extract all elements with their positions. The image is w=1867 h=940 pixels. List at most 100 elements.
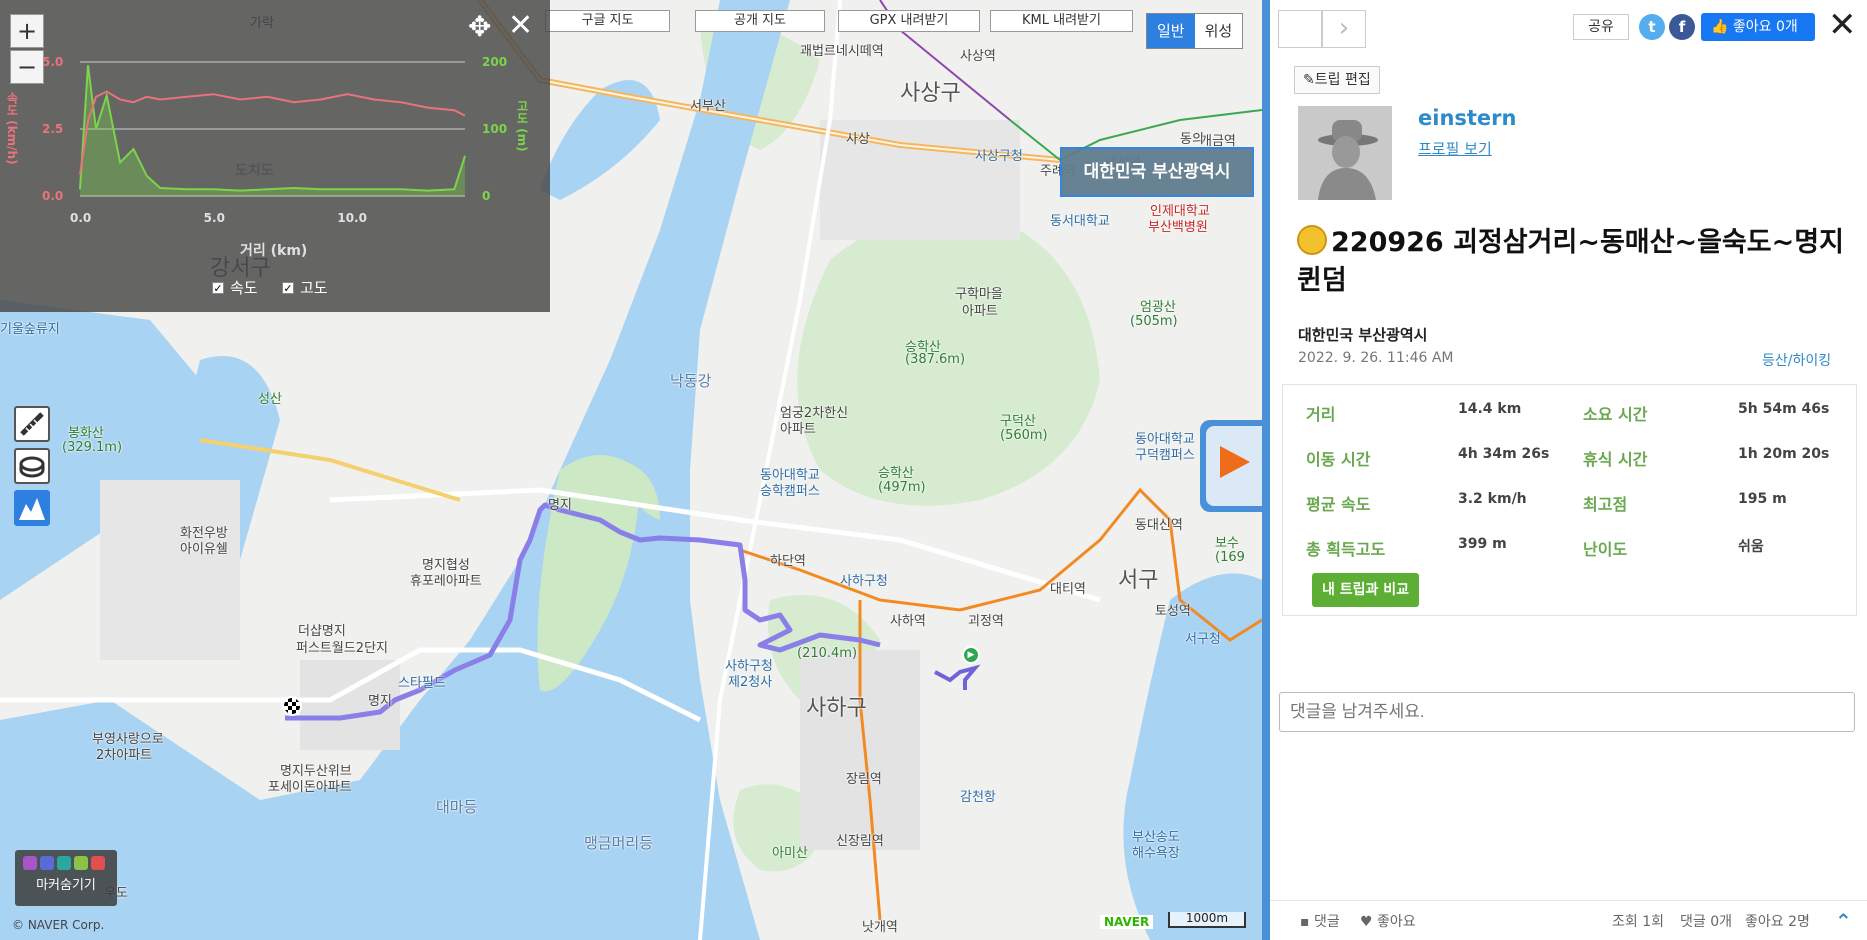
trip-datetime: 2022. 9. 26. 11:46 AM	[1298, 350, 1454, 366]
profile-link[interactable]: 프로필 보기	[1418, 138, 1492, 159]
elevation-check-icon[interactable]: ✓	[282, 281, 294, 294]
map-label: 엄광산	[1140, 300, 1176, 315]
like-button[interactable]: ♥ 좋아요	[1360, 911, 1416, 931]
comment-button[interactable]: ▪ 댓글	[1300, 911, 1340, 931]
ruler-icon[interactable]	[14, 406, 50, 442]
trip-region: 대한민국 부산광역시	[1298, 326, 1428, 344]
like-count: 좋아요 2명	[1745, 914, 1810, 930]
map-label: 동대신역	[1135, 518, 1183, 533]
map-label: (387.6m)	[905, 352, 966, 367]
map-view[interactable]: 가락서부산사상괘법르네시떼역사상역사상구사상구청주례역냉정역개금역동의동서대학교…	[0, 0, 1262, 940]
map-label: 아이유쉘	[180, 542, 228, 557]
next-trip-button[interactable]: ›	[1322, 10, 1366, 48]
x-tick-label: 0.0	[70, 211, 91, 225]
speed-tick-label: 0.0	[42, 189, 63, 203]
map-label: 동의	[1180, 132, 1204, 147]
gpx-download-button[interactable]: GPX 내려받기	[838, 10, 980, 32]
trip-footer: ▪ 댓글 ♥ 좋아요 조회 1회 댓글 0개 좋아요 2명 ⌃	[1270, 900, 1867, 940]
map-type-normal[interactable]: 일반	[1147, 14, 1195, 48]
map-label: 아파트	[780, 422, 816, 437]
username[interactable]: einstern	[1418, 106, 1516, 130]
play-route-button[interactable]	[1200, 420, 1262, 512]
map-label: (329.1m)	[62, 440, 123, 455]
map-label: 아파트	[962, 304, 998, 319]
map-label: 휴포레아파트	[410, 574, 482, 589]
map-label: 스타필드	[398, 676, 446, 691]
photo-marker-icon	[23, 856, 37, 870]
trip-viewer: 가락서부산사상괘법르네시떼역사상역사상구사상구청주례역냉정역개금역동의동서대학교…	[0, 0, 1867, 940]
place-badge: 대한민국 부산광역시	[1060, 147, 1254, 197]
map-label: 퍼스트월드2단지	[296, 641, 388, 656]
prev-trip-button[interactable]	[1278, 10, 1322, 48]
map-label: 동서대학교	[1050, 214, 1110, 229]
memo-marker-icon	[57, 856, 71, 870]
comment-input[interactable]	[1279, 692, 1855, 732]
map-label: (169	[1215, 550, 1245, 565]
stat-elevation-gain-value: 399 m	[1458, 536, 1507, 552]
facebook-like-button[interactable]: 👍 좋아요 0개	[1701, 13, 1815, 41]
close-chart-icon[interactable]: ✕	[508, 8, 533, 43]
speed-tick-label: 2.5	[42, 122, 63, 136]
speed-checkbox-label: 속도	[230, 279, 258, 297]
trip-title-row: 220926 괴정삼거리~동매산~을숙도~명지 퀸덤	[1297, 224, 1852, 300]
compare-trip-button[interactable]: 내 트립과 비교	[1312, 573, 1420, 607]
pencil-icon: ✎	[1303, 72, 1315, 88]
zoom-out-button[interactable]: −	[10, 50, 44, 84]
map-label: (560m)	[1000, 428, 1048, 443]
map-type-toggle[interactable]: 일반 위성	[1146, 13, 1244, 49]
speed-check-icon[interactable]: ✓	[212, 281, 224, 294]
map-label: 괘법르네시떼역	[800, 44, 884, 59]
trip-edit-button[interactable]: ✎트립 편집	[1294, 66, 1380, 94]
speed-tick-label: 5.0	[42, 55, 63, 69]
stat-rest-time-label: 휴식 시간	[1583, 450, 1648, 469]
map-label: 해수욕장	[1132, 846, 1180, 861]
stat-distance-value: 14.4 km	[1458, 401, 1522, 417]
share-button[interactable]: 공유	[1573, 14, 1629, 40]
speed-checkbox[interactable]: ✓ 속도	[212, 277, 258, 298]
stat-max-altitude-label: 최고점	[1583, 495, 1628, 514]
stat-rest-time-value: 1h 20m 20s	[1738, 446, 1830, 462]
map-label: 대티역	[1050, 582, 1086, 597]
marker-toggle-button[interactable]: 마커숨기기	[15, 850, 117, 906]
map-label: 서구청	[1185, 632, 1221, 647]
elevation-axis-label: 고도 (m)	[515, 100, 529, 152]
x-tick-label: 5.0	[204, 211, 225, 225]
close-icon[interactable]: ✕	[1828, 8, 1857, 42]
map-type-satellite[interactable]: 위성	[1195, 14, 1243, 48]
kml-download-button[interactable]: KML 내려받기	[990, 10, 1133, 32]
map-label: 포세이돈아파트	[268, 780, 352, 795]
play-icon[interactable]	[1220, 446, 1250, 478]
map-label: 부산백병원	[1148, 220, 1208, 235]
elevation-chart-toggle-icon[interactable]	[14, 490, 50, 526]
public-map-button[interactable]: 공개 지도	[695, 10, 825, 32]
area-measure-icon[interactable]	[14, 448, 50, 484]
google-map-button[interactable]: 구글 지도	[545, 10, 670, 32]
start-marker-icon[interactable]: ▶	[962, 646, 980, 664]
map-label: 사하구	[806, 696, 867, 721]
trip-category[interactable]: 등산/하이킹	[1762, 350, 1831, 370]
marker-toggle-label: 마커숨기기	[36, 878, 96, 893]
facebook-icon[interactable]: f	[1669, 14, 1695, 40]
elevation-checkbox[interactable]: ✓ 고도	[282, 277, 328, 298]
map-label: 사상역	[960, 49, 996, 64]
twitter-icon[interactable]: t	[1639, 14, 1665, 40]
stat-difficulty-label: 난이도	[1583, 540, 1628, 559]
avatar[interactable]	[1298, 106, 1392, 200]
map-label: 아미산	[772, 846, 808, 861]
map-label: 구덕산	[1000, 414, 1036, 429]
map-label: 대마등	[436, 798, 478, 816]
map-label: 제2청사	[728, 675, 773, 690]
stat-moving-time-label: 이동 시간	[1306, 450, 1371, 469]
scroll-top-icon[interactable]: ⌃	[1835, 909, 1852, 933]
zoom-in-button[interactable]: +	[10, 14, 44, 48]
chart-x-label: 거리 (km)	[240, 243, 308, 259]
panel-divider[interactable]	[1262, 0, 1270, 940]
map-scale: 1000m	[1168, 912, 1246, 928]
trip-detail-panel: › 공유 t f 👍 좋아요 0개 ✕ ✎트립 편집 einstern 프로필 …	[1270, 0, 1867, 940]
stat-total-time-value: 5h 54m 46s	[1738, 401, 1830, 417]
trip-edit-label: 트립 편집	[1314, 72, 1371, 88]
view-count: 조회 1회	[1612, 914, 1664, 930]
finish-flag-icon[interactable]	[282, 696, 302, 716]
move-panel-icon[interactable]: ✥	[468, 10, 491, 43]
stat-elevation-gain-label: 총 획득고도	[1306, 540, 1386, 559]
